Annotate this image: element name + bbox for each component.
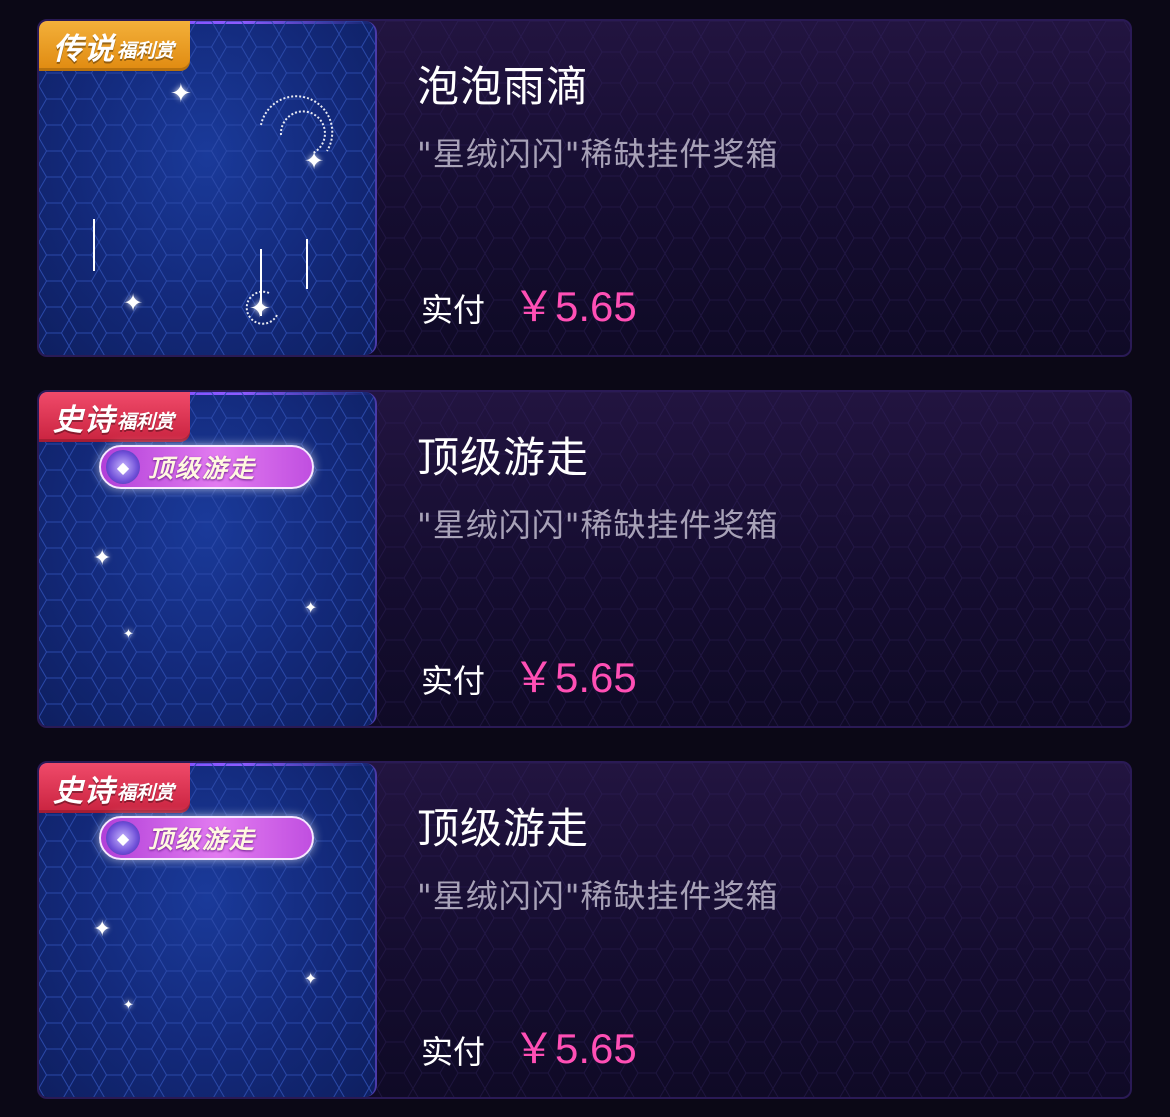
price-row: 实付 ￥5.65 xyxy=(421,273,637,334)
sparkle-icon: ✦ xyxy=(304,598,318,617)
item-thumbnail: 史诗 福利赏 ◆ 顶级游走 ✦ ✦ ✦ xyxy=(39,392,377,726)
reward-card[interactable]: 史诗 福利赏 ◆ 顶级游走 ✦ ✦ ✦ 顶级游走 "星绒闪闪"稀缺挂件奖箱 实付… xyxy=(37,390,1132,728)
price-value: ￥5.65 xyxy=(513,1025,637,1072)
price-label: 实付 xyxy=(421,291,486,329)
badge-tier-text: 史诗 xyxy=(53,403,115,438)
item-title: 泡泡雨滴 xyxy=(417,62,590,111)
sparkle-icon: ✦ xyxy=(123,289,144,317)
bubble-rain-effect xyxy=(93,95,334,325)
effect-nameplate-text: 顶级游走 xyxy=(148,825,257,854)
reward-list: 传说 福利赏 ✦ ✦ ✦ ✦ 泡泡雨滴 "星绒闪闪"稀缺挂件奖箱 实付 ￥5.6… xyxy=(0,0,1170,1117)
badge-tier-text: 史诗 xyxy=(53,774,115,809)
sparkle-icon: ✦ xyxy=(123,998,134,1013)
badge-sub-text: 福利赏 xyxy=(117,781,175,804)
sparkle-icon: ✦ xyxy=(249,294,271,324)
sparkle-icon: ✦ xyxy=(304,147,325,175)
item-title: 顶级游走 xyxy=(417,804,590,853)
reward-card[interactable]: 传说 福利赏 ✦ ✦ ✦ ✦ 泡泡雨滴 "星绒闪闪"稀缺挂件奖箱 实付 ￥5.6… xyxy=(37,19,1132,357)
emblem-icon: ◆ xyxy=(106,450,140,484)
hex-pattern-thumb xyxy=(39,392,375,726)
reward-card[interactable]: 史诗 福利赏 ◆ 顶级游走 ✦ ✦ ✦ 顶级游走 "星绒闪闪"稀缺挂件奖箱 实付… xyxy=(37,761,1132,1099)
price-row: 实付 ￥5.65 xyxy=(421,1015,637,1076)
item-subtitle: "星绒闪闪"稀缺挂件奖箱 xyxy=(417,877,779,915)
item-title: 顶级游走 xyxy=(417,433,590,482)
sparkle-icon: ✦ xyxy=(93,917,112,942)
hex-pattern-thumb xyxy=(39,763,375,1097)
rarity-badge: 史诗 福利赏 xyxy=(39,392,191,442)
price-row: 实付 ￥5.65 xyxy=(421,644,637,705)
item-subtitle: "星绒闪闪"稀缺挂件奖箱 xyxy=(417,506,779,544)
badge-sub-text: 福利赏 xyxy=(117,410,175,433)
price-value: ￥5.65 xyxy=(513,654,637,701)
emblem-icon: ◆ xyxy=(106,821,140,855)
price-label: 实付 xyxy=(421,1033,486,1071)
item-thumbnail: 史诗 福利赏 ◆ 顶级游走 ✦ ✦ ✦ xyxy=(39,763,377,1097)
sparkle-icon: ✦ xyxy=(304,969,318,988)
sparkle-icon: ✦ xyxy=(170,79,192,109)
item-subtitle: "星绒闪闪"稀缺挂件奖箱 xyxy=(417,135,779,173)
sparkle-icon: ✦ xyxy=(93,546,112,571)
rarity-badge: 史诗 福利赏 xyxy=(39,763,191,813)
effect-nameplate: ◆ 顶级游走 xyxy=(99,445,314,489)
price-value: ￥5.65 xyxy=(513,283,637,330)
effect-nameplate-text: 顶级游走 xyxy=(148,454,257,483)
sparkle-icon: ✦ xyxy=(123,627,134,642)
item-thumbnail: 传说 福利赏 ✦ ✦ ✦ ✦ xyxy=(39,21,377,355)
effect-nameplate: ◆ 顶级游走 xyxy=(99,816,314,860)
price-label: 实付 xyxy=(421,662,486,700)
